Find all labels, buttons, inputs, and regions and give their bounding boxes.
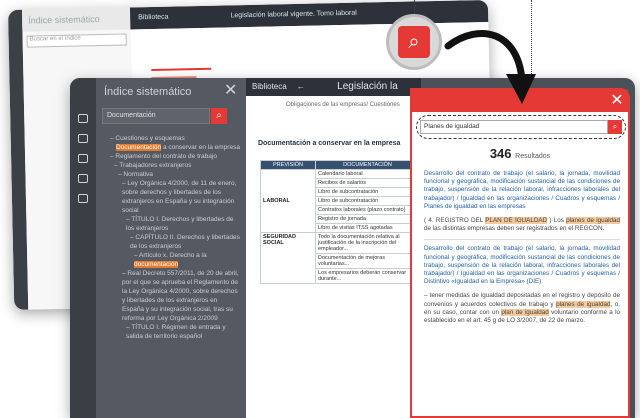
- bookmark-icon[interactable]: [78, 174, 88, 183]
- back-tab-biblioteca[interactable]: Biblioteca: [138, 14, 168, 22]
- close-icon[interactable]: ✕: [224, 80, 237, 100]
- tree-item[interactable]: – CAPÍTULO II. Derechos y libertades de …: [110, 233, 240, 251]
- results-search-button[interactable]: ⌕: [608, 120, 622, 134]
- index-tree: – Cuestiones y esquemas Documentación a …: [110, 134, 240, 341]
- results-list: Desarrollo del contrato de trabajo (el s…: [424, 170, 621, 331]
- documentation-table: PREVISIÓN DOCUMENTACIÓN LABORAL Calendari…: [260, 160, 420, 284]
- index-search-input[interactable]: Documentación: [102, 108, 210, 124]
- search-results-panel: ✕ Planes de igualdad ⌕ 346 Resultados De…: [410, 88, 630, 418]
- table-cell: Libro de visitas ITSS agotadas: [315, 223, 420, 233]
- tree-item[interactable]: Documentación a conservar en la empresa: [110, 143, 240, 152]
- tree-item[interactable]: – Reglamento del contrato de trabajo: [110, 152, 240, 161]
- result-snippet: ( 4. REGISTRO DEL PLAN DE IGUALDAD ) Los…: [424, 217, 621, 233]
- document-panel: Biblioteca ← Legislación la Obligaciones…: [246, 78, 421, 418]
- table-cell: Libro de subcontratación: [315, 196, 420, 206]
- search-hit: Documentación: [116, 144, 162, 151]
- tree-item[interactable]: – Normativa: [110, 170, 240, 179]
- book-icon[interactable]: [78, 114, 88, 123]
- table-group-label: SEGURIDAD SOCIAL: [260, 232, 316, 284]
- curved-arrow-icon: [444, 29, 536, 104]
- tree-item[interactable]: – Artículo x. Derecho a la documentación: [110, 251, 240, 269]
- table-cell: Contratos laborales (plazo contrato): [315, 205, 420, 215]
- result-snippet: – tener medidas de igualdad depositadas …: [424, 292, 621, 325]
- table-cell: Calendario laboral: [315, 169, 420, 179]
- document-subtitle: Obligaciones de las empresas/ Cuestiones: [286, 102, 400, 108]
- tree-item[interactable]: – Real Decreto 557/2011, de 20 de abril,…: [110, 269, 240, 323]
- edit-icon[interactable]: [78, 134, 88, 143]
- tab-biblioteca[interactable]: Biblioteca: [252, 82, 287, 91]
- table-header: DOCUMENTACIÓN: [315, 160, 420, 170]
- table-header: PREVISIÓN: [260, 160, 316, 170]
- document-topbar: Biblioteca ← Legislación la: [246, 78, 421, 96]
- results-search-input[interactable]: Planes de igualdad: [420, 120, 608, 134]
- table-cell: Documentación de mejoras voluntarias...: [315, 253, 420, 269]
- foreground-app-window: Índice sistemático ✕ Documentación ⌕ – C…: [70, 78, 635, 418]
- result-link[interactable]: Desarrollo del contrato de trabajo (el s…: [424, 170, 620, 211]
- tree-item[interactable]: – TÍTULO I. Régimen de entrada y salida …: [110, 323, 240, 341]
- front-left-rail: [70, 78, 96, 418]
- back-arrow-icon[interactable]: ←: [297, 82, 305, 91]
- document-heading: Documentación a conservar en la empresa: [258, 140, 401, 147]
- index-title: Índice sistemático: [104, 86, 192, 98]
- list-icon[interactable]: [78, 154, 88, 163]
- search-icon: ⌕: [398, 26, 430, 58]
- table-group-label: LABORAL: [260, 169, 316, 233]
- dotted-connector: [414, 0, 415, 14]
- index-search-button[interactable]: ⌕: [211, 108, 227, 124]
- search-hit: documentación: [134, 261, 179, 268]
- document-title: Legislación la: [337, 81, 398, 92]
- back-index-title: Índice sistemático: [21, 7, 131, 32]
- back-search-input[interactable]: Buscar en el índice: [26, 33, 127, 48]
- magnified-search-callout: ⌕: [386, 14, 442, 70]
- back-doc-title: Legislación laboral vigente. Tomo labora…: [230, 9, 357, 20]
- table-cell: Libro de subcontratación: [315, 187, 420, 197]
- result-link[interactable]: Desarrollo del contrato de trabajo (el s…: [424, 245, 620, 286]
- tree-item[interactable]: – Cuestiones y esquemas: [110, 134, 240, 143]
- folder-icon[interactable]: [78, 194, 88, 203]
- table-cell: Todo la documentación relativa al justif…: [315, 232, 420, 254]
- tree-item[interactable]: – Trabajadores extranjeros: [110, 161, 240, 170]
- tree-item[interactable]: – Ley Orgánica 4/2000, de 11 de enero, s…: [110, 179, 240, 215]
- results-count: 346 Resultados: [489, 146, 551, 161]
- search-icon: ⌕: [612, 122, 618, 131]
- search-icon: ⌕: [216, 110, 222, 121]
- close-icon[interactable]: ✕: [608, 90, 626, 112]
- tree-item[interactable]: – TÍTULO I. Derechos y libertades de los…: [110, 215, 240, 233]
- table-cell: Registro de jornada: [315, 214, 420, 224]
- index-panel: Índice sistemático ✕ Documentación ⌕ – C…: [96, 78, 246, 418]
- table-cell: Los empresarios deberán conservar durant…: [315, 268, 420, 284]
- table-cell: Recibos de salarios: [315, 178, 420, 188]
